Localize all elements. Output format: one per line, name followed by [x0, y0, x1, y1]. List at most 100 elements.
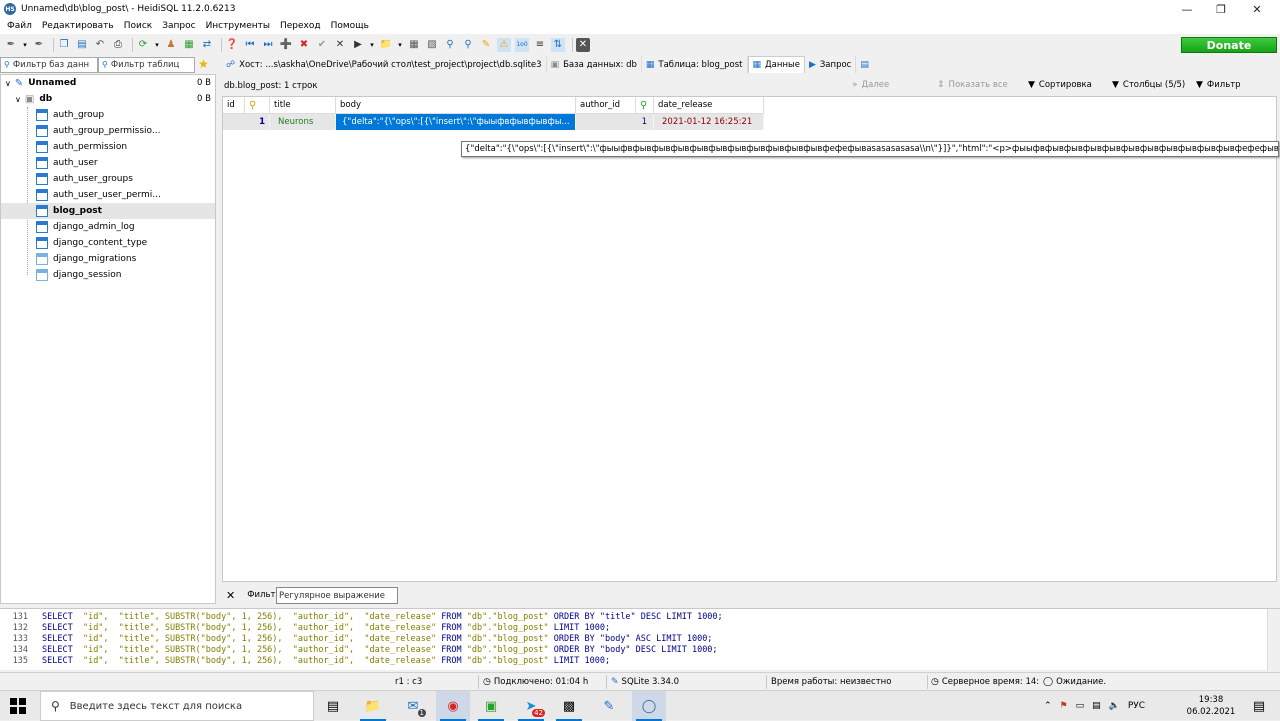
tree-item-auth-user-user-permissions[interactable]: auth_user_user_permi... [1, 187, 215, 203]
heidisql-taskbar-icon[interactable]: ◯ [632, 691, 666, 721]
donate-button[interactable]: Donate [1181, 37, 1277, 53]
filter-button[interactable]: ▼ Фильтр [1196, 78, 1241, 92]
copy-icon[interactable]: ❐ [57, 38, 71, 52]
close-window-button[interactable]: ✕ [1234, 0, 1280, 18]
binary-icon[interactable]: 1o0 [515, 38, 529, 52]
add-record-icon[interactable]: ➕ [279, 38, 293, 52]
users-icon[interactable]: ♟ [164, 38, 178, 52]
post-record-icon[interactable]: ✔ [315, 38, 329, 52]
tree-node-session[interactable]: ∨ ✎ Unnamed 0 B [1, 75, 215, 91]
foreign-key-header[interactable]: ⚲ [636, 97, 654, 114]
chevron-up-icon[interactable]: ⌃ [1044, 701, 1052, 711]
chevron-down-icon[interactable]: ∨ [5, 79, 11, 88]
help-icon[interactable]: ❓ [225, 38, 239, 52]
close-filter-icon[interactable]: ✕ [226, 589, 235, 602]
input-language[interactable]: РУС [1128, 701, 1145, 711]
cell-id[interactable]: 1 [223, 114, 270, 130]
terminal-icon[interactable]: ▩ [552, 691, 586, 721]
first-record-icon[interactable]: ⏮ [243, 38, 257, 52]
menu-query[interactable]: Запрос [157, 21, 200, 31]
tab-table[interactable]: ▦ Таблица: blog_post [642, 56, 748, 73]
sort-button[interactable]: ▼ Сортировка [1028, 78, 1092, 92]
chrome-icon[interactable]: ◉ [436, 691, 470, 721]
menu-search[interactable]: Поиск [119, 21, 158, 31]
columns-button[interactable]: ▼ Столбцы (5/5) [1112, 78, 1185, 92]
tree-item-auth-user-groups[interactable]: auth_user_groups [1, 171, 215, 187]
cell-body[interactable]: {"delta":"{\"ops\":[{\"insert\":\"фыыфвф… [336, 114, 576, 130]
close-tab-icon[interactable]: ✕ [576, 38, 590, 52]
menu-tools[interactable]: Инструменты [201, 21, 275, 31]
new-query-tab-button[interactable]: ▤ [856, 56, 877, 73]
replace-icon[interactable]: ⚲ [461, 38, 475, 52]
menu-edit[interactable]: Редактировать [37, 21, 119, 31]
database-filter-input[interactable]: ⚲ Фильтр баз данн [0, 56, 98, 73]
telegram-icon[interactable]: ➤ 42 [514, 691, 548, 721]
show-all-button[interactable]: ⇕ Показать все [937, 78, 1008, 92]
tree-item-auth-group-permissions[interactable]: auth_group_permissio... [1, 123, 215, 139]
menu-file[interactable]: Файл [2, 21, 37, 31]
chevron-down-icon[interactable]: ▾ [397, 38, 403, 52]
chevron-down-icon[interactable]: ∨ [15, 95, 21, 104]
menu-goto[interactable]: Переход [275, 21, 326, 31]
tab-query[interactable]: ▶ Запрос [805, 56, 857, 73]
warning-icon[interactable]: ⚠ [497, 38, 511, 52]
column-header-author-id[interactable]: author_id [576, 97, 636, 114]
battery-icon[interactable]: ▭ [1076, 701, 1085, 711]
tree-item-django-content-type[interactable]: django_content_type [1, 235, 215, 251]
cancel-icon[interactable]: ✕ [333, 38, 347, 52]
undo-icon[interactable]: ↶ [93, 38, 107, 52]
last-record-icon[interactable]: ⏭ [261, 38, 275, 52]
run-icon[interactable]: ▶ [351, 38, 365, 52]
notifications-icon[interactable]: ▤ [1244, 691, 1274, 721]
tree-item-blog-post[interactable]: blog_post [1, 203, 215, 219]
primary-key-header[interactable]: ⚲ [245, 97, 270, 114]
chevron-down-icon[interactable]: ▾ [22, 38, 28, 52]
tree-item-django-admin-log[interactable]: django_admin_log [1, 219, 215, 235]
regex-filter-input[interactable]: Регулярное выражение [276, 587, 398, 604]
python-installer-icon[interactable]: ✎ [592, 691, 626, 721]
column-header-title[interactable]: title [270, 97, 336, 114]
file-explorer-icon[interactable]: 📁 [356, 691, 390, 721]
tree-item-auth-user[interactable]: auth_user [1, 155, 215, 171]
task-view-icon[interactable]: ▤ [316, 691, 350, 721]
print-icon[interactable]: ⎙ [111, 38, 125, 52]
connect-icon[interactable]: ✒ [4, 38, 18, 52]
antivirus-icon[interactable]: ⚑ [1060, 701, 1068, 711]
tree-item-django-migrations[interactable]: django_migrations [1, 251, 215, 267]
chevron-down-icon[interactable]: ▾ [369, 38, 375, 52]
cell-author-id[interactable]: 1 [576, 114, 654, 130]
menu-help[interactable]: Помощь [326, 21, 374, 31]
folder-icon[interactable]: 📁 [379, 38, 393, 52]
clear-icon[interactable]: ✎ [479, 38, 493, 52]
mail-icon[interactable]: ✉ 1 [396, 691, 430, 721]
log-scrollbar[interactable] [1267, 609, 1280, 671]
chevron-down-icon[interactable]: ▾ [154, 38, 160, 52]
network-icon[interactable]: ▤ [1092, 701, 1101, 711]
tree-item-auth-permission[interactable]: auth_permission [1, 139, 215, 155]
delete-record-icon[interactable]: ✖ [297, 38, 311, 52]
tab-data[interactable]: ▦ Данные [747, 56, 805, 73]
volume-icon[interactable]: 🔈 [1109, 701, 1120, 711]
refresh-icon[interactable]: ⟳ [136, 38, 150, 52]
cell-date-release[interactable]: 2021-01-12 16:25:21 [654, 114, 764, 130]
taskbar-clock[interactable]: 19:38 06.02.2021 [1186, 694, 1236, 718]
pycharm-icon[interactable]: ▣ [474, 691, 508, 721]
find-icon[interactable]: ⚲ [443, 38, 457, 52]
taskbar-search[interactable]: ⚲ Введите здесь текст для поиска [40, 691, 314, 721]
export-icon[interactable]: ▦ [182, 38, 196, 52]
paste-icon[interactable]: ▤ [75, 38, 89, 52]
tab-database[interactable]: ▣ База данных: db [547, 56, 642, 73]
wrap-icon[interactable]: ≡ [533, 38, 547, 52]
next-button[interactable]: » Далее [852, 78, 889, 92]
tree-item-auth-group[interactable]: auth_group [1, 107, 215, 123]
column-header-date-release[interactable]: date_release [654, 97, 764, 114]
link-icon[interactable]: ⇅ [551, 38, 565, 52]
tab-host[interactable]: ☍ Хост: ...s\askha\OneDrive\Рабочий стол… [222, 56, 547, 73]
disconnect-icon[interactable]: ✒ [32, 38, 46, 52]
tree-item-django-session[interactable]: django_session [1, 267, 215, 283]
column-header-id[interactable]: id [223, 97, 245, 114]
cell-title[interactable]: Neurons [270, 114, 336, 130]
favorites-star-icon[interactable]: ★ [198, 57, 209, 71]
tree-node-db[interactable]: ∨ ▣ db 0 B [1, 91, 215, 107]
save-as-icon[interactable]: ▧ [425, 38, 439, 52]
